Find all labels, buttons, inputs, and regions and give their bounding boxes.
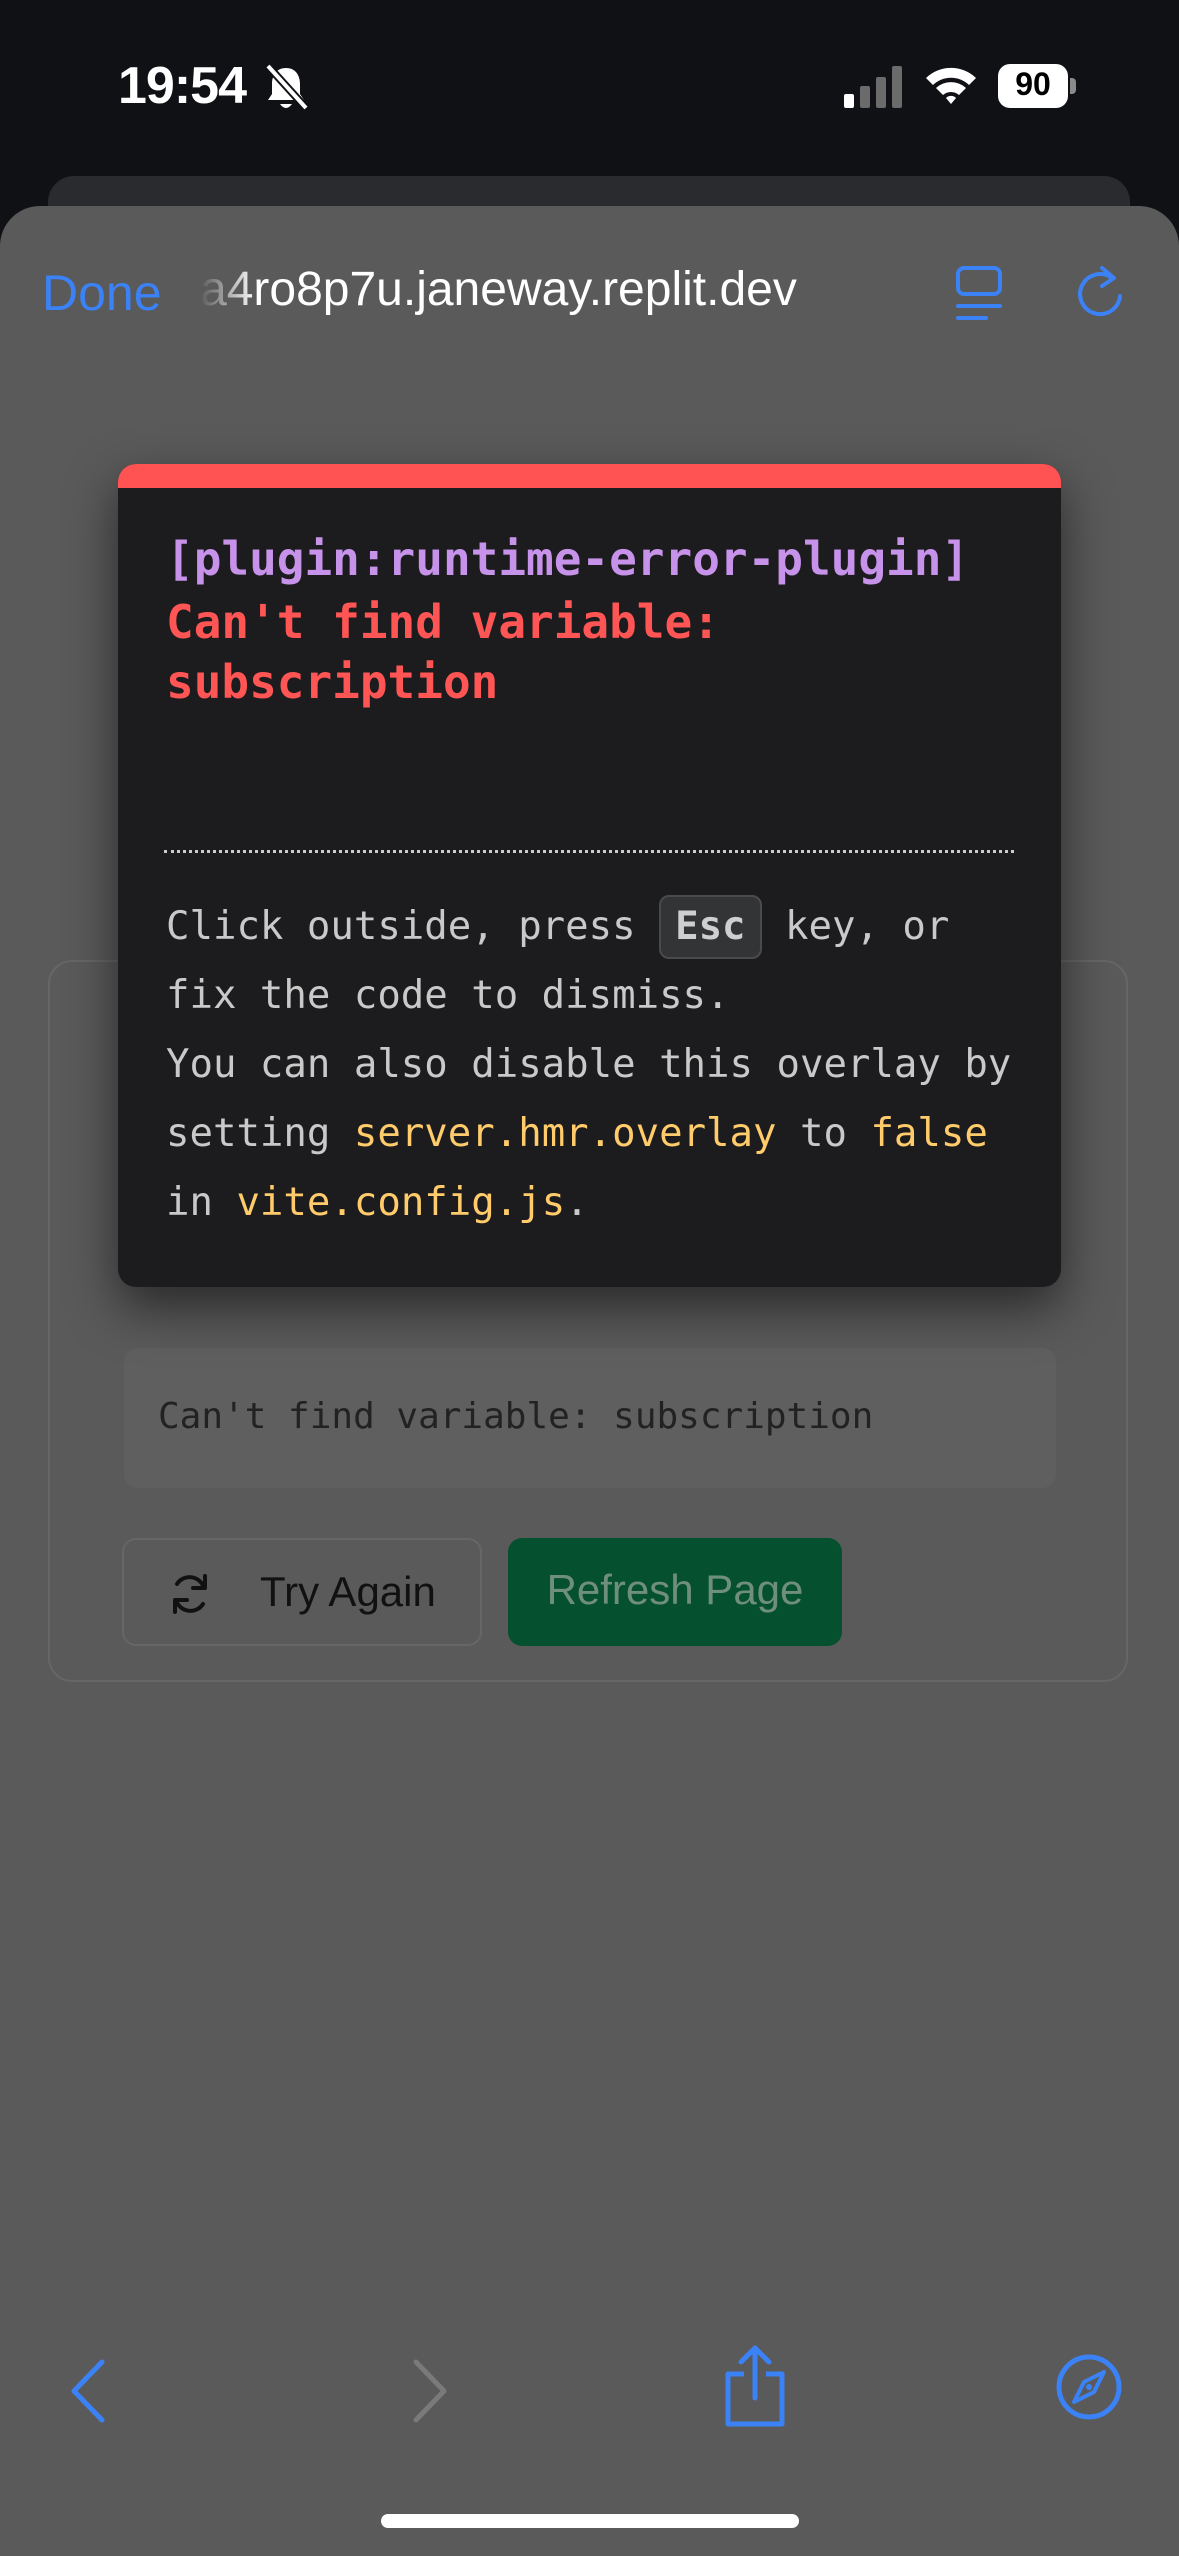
refresh-page-label: Refresh Page [546, 1566, 804, 1613]
try-again-label: Try Again [260, 1568, 436, 1615]
refresh-page-button[interactable]: Refresh Page [508, 1538, 842, 1646]
done-button[interactable]: Done [42, 264, 162, 322]
status-time: 19:54 [118, 57, 247, 115]
safari-compass-icon[interactable] [1054, 2352, 1124, 2422]
try-again-button[interactable]: Try Again [122, 1538, 482, 1646]
overlay-tip: Click outside, press Esc key, or fix the… [166, 892, 1026, 1237]
forward-icon[interactable] [404, 2356, 454, 2426]
overlay-accent-bar [118, 464, 1061, 488]
share-icon[interactable] [720, 2342, 790, 2428]
vite-error-overlay: [plugin:runtime-error-plugin] Can't find… [118, 464, 1061, 1287]
reader-mode-icon[interactable] [954, 262, 1010, 326]
error-details-text: Can't find variable: subscription [158, 1396, 874, 1437]
tip-text: . [565, 1180, 589, 1225]
battery-level: 90 [1015, 66, 1051, 102]
status-bar: 19:54 90 [0, 0, 1179, 175]
home-indicator [381, 2514, 799, 2528]
overlay-divider [164, 850, 1014, 853]
url-bar[interactable]: a4ro8p7u.janeway.replit.dev [200, 262, 900, 317]
code-file: vite.config.js [236, 1180, 566, 1225]
error-details-box: Can't find variable: subscription [124, 1348, 1056, 1488]
overlay-plugin-name: [plugin:runtime-error-plugin] [166, 532, 970, 586]
reload-icon[interactable] [1072, 264, 1128, 324]
url-fade [200, 256, 256, 326]
refresh-cw-icon [173, 1574, 207, 1614]
code-setting: server.hmr.overlay [353, 1111, 777, 1156]
tip-text: in [166, 1180, 213, 1225]
esc-key: Esc [659, 895, 762, 959]
code-false: false [870, 1111, 988, 1156]
overlay-error-message: Can't find variable: subscription [166, 595, 720, 709]
signal-icon [844, 66, 902, 108]
wifi-icon [926, 67, 976, 104]
bell-slash-icon [265, 63, 309, 111]
back-icon[interactable] [64, 2356, 114, 2426]
tip-text: Click outside, press [166, 904, 636, 949]
battery-icon: 90 [998, 64, 1076, 108]
tip-text: to [799, 1111, 847, 1156]
